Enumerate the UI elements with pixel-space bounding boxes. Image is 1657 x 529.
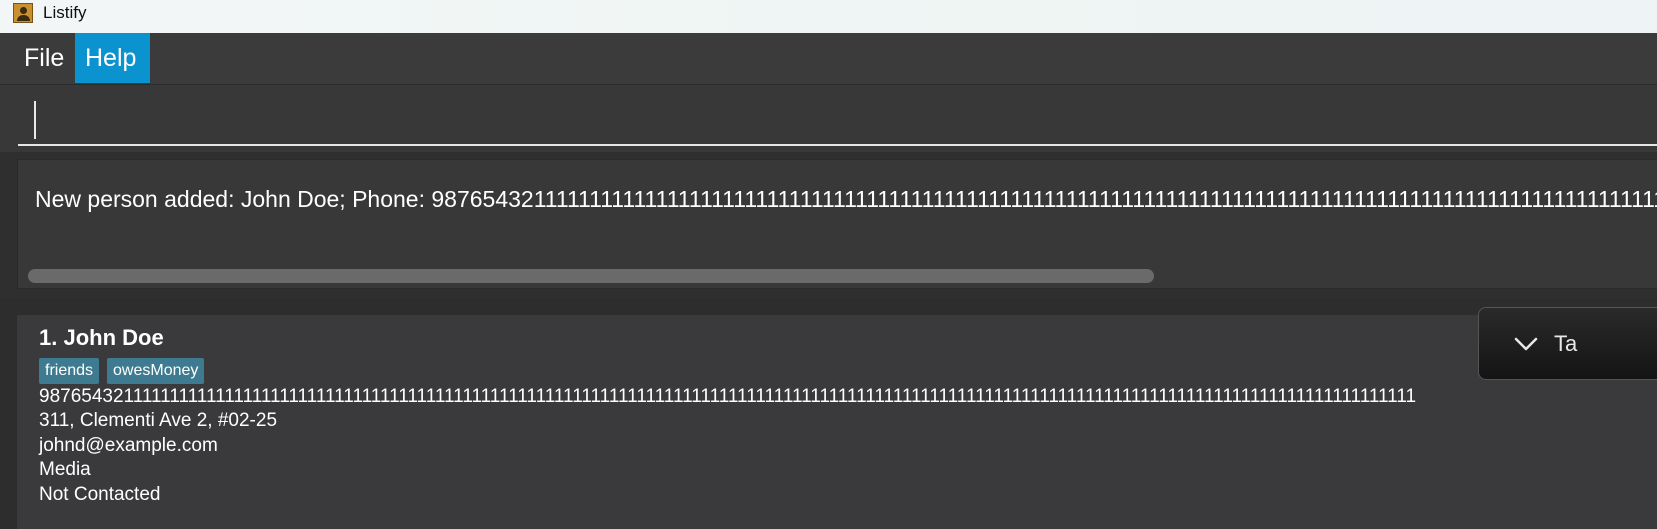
result-display: New person added: John Doe; Phone: 98765… [0, 152, 1657, 298]
tag-list: friends owesMoney [39, 358, 212, 384]
menu-file[interactable]: File [14, 33, 74, 83]
chevron-down-icon [1514, 337, 1538, 351]
person-card[interactable]: 1. John Doe friends owesMoney 98765432111… [17, 315, 1657, 529]
command-box [0, 85, 1657, 152]
person-phone: 9876543211111111111111111111111111111111… [39, 386, 1417, 407]
person-name: 1. John Doe [39, 325, 164, 350]
result-text-area[interactable]: New person added: John Doe; Phone: 98765… [17, 159, 1657, 289]
person-email: johnd@example.com [39, 435, 218, 456]
app-logo-icon [13, 3, 33, 23]
app-window: Listify File Help New person added: John… [0, 0, 1657, 529]
tag-friends: friends [39, 358, 100, 384]
person-category: Media [39, 459, 91, 480]
tag-owes-money: owesMoney [107, 358, 205, 384]
person-list: 1. John Doe friends owesMoney 98765432111… [0, 298, 1657, 529]
command-input[interactable] [18, 97, 1657, 146]
expand-toggle-popup[interactable]: Ta [1478, 307, 1657, 380]
menu-bar: File Help [0, 33, 1657, 85]
popup-label: Ta [1554, 331, 1578, 356]
result-message: New person added: John Doe; Phone: 98765… [35, 186, 1657, 212]
horizontal-scrollbar[interactable] [28, 269, 1154, 283]
menu-help[interactable]: Help [75, 33, 150, 83]
person-status: Not Contacted [39, 484, 161, 505]
window-title: Listify [43, 3, 87, 22]
person-address: 311, Clementi Ave 2, #02-25 [39, 410, 278, 431]
title-bar: Listify [0, 0, 1657, 33]
text-caret [34, 101, 36, 139]
